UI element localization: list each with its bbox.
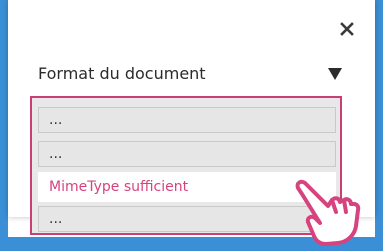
page-background-left: [0, 0, 8, 251]
dropdown-option[interactable]: ...: [38, 141, 336, 167]
close-icon-glyph: [340, 22, 354, 36]
caret-down-icon[interactable]: [326, 66, 344, 82]
document-format-label: Format du document: [38, 64, 206, 83]
dropdown-option[interactable]: ...: [38, 107, 336, 133]
page-background-right: [375, 0, 383, 251]
close-icon[interactable]: [336, 18, 358, 40]
caret-down-icon-glyph: [328, 68, 342, 80]
hand-pointer-icon: [292, 170, 362, 248]
